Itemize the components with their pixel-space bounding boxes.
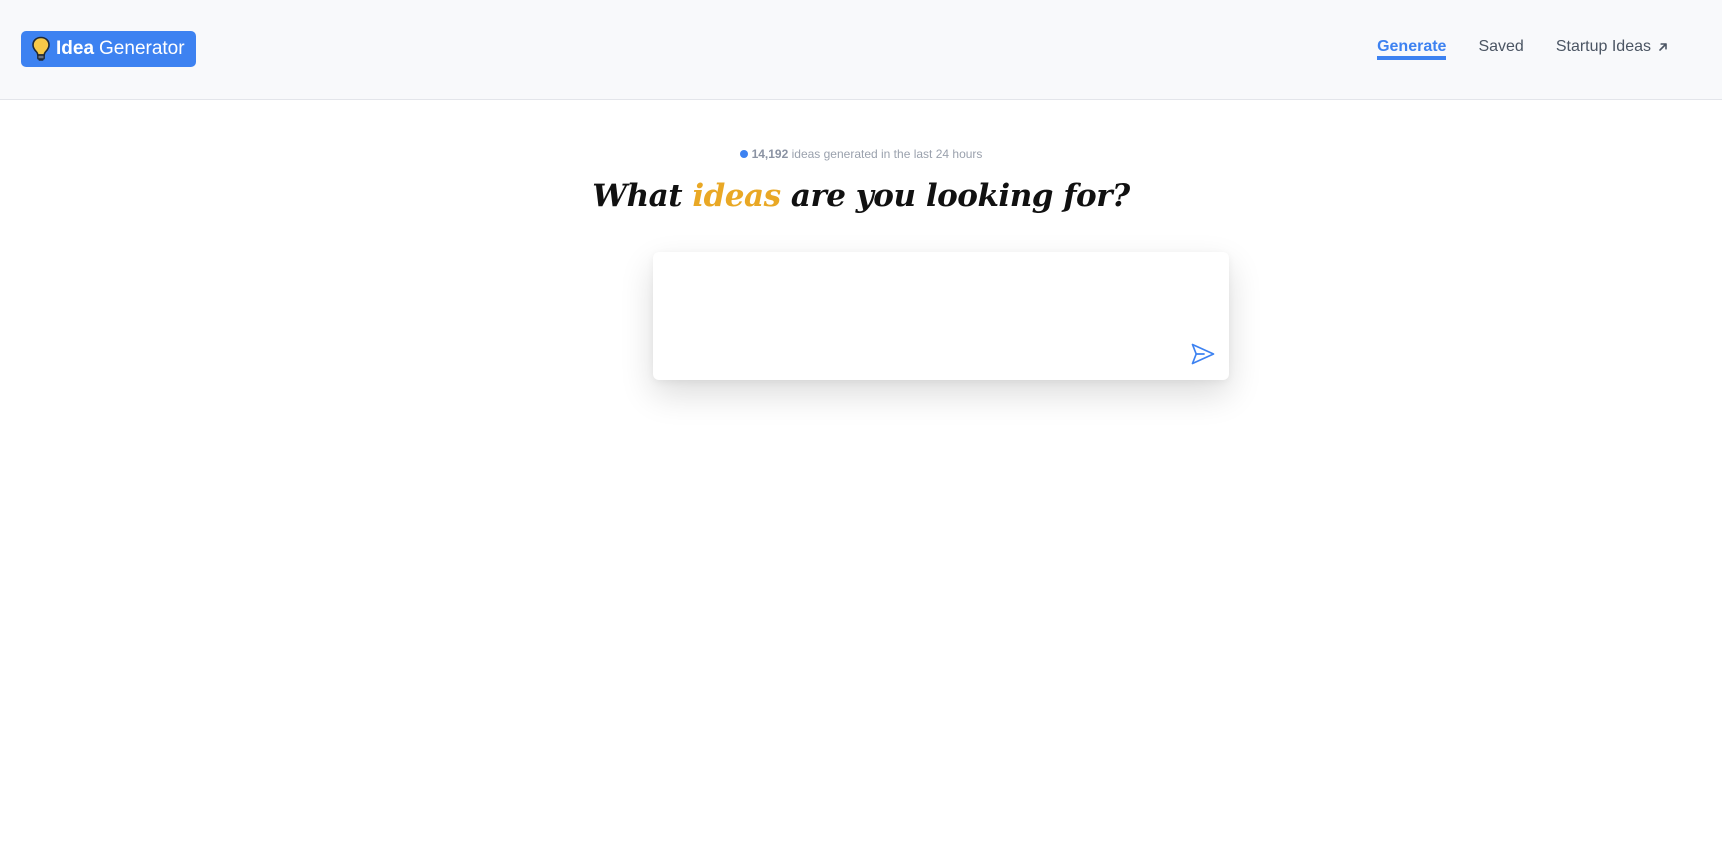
page-headline: What ideas are you looking for?	[0, 178, 1722, 214]
brand-logo[interactable]: Idea Generator	[21, 31, 196, 67]
live-dot-icon	[739, 150, 748, 158]
nav-item-generate[interactable]: Generate	[1377, 38, 1447, 60]
ideas-stat-text: ideas generated in the last 24 hours	[791, 147, 983, 161]
prompt-input[interactable]	[653, 252, 1229, 380]
lightbulb-icon	[31, 36, 51, 62]
external-arrow-icon	[1657, 41, 1669, 53]
headline-before: What	[592, 178, 683, 214]
brand-name-bold: Idea	[56, 38, 95, 59]
prompt-card	[653, 252, 1229, 380]
send-icon	[1190, 342, 1216, 366]
send-button[interactable]	[1189, 340, 1217, 368]
headline-after: are you looking for?	[790, 178, 1130, 214]
brand-name-rest: Generator	[99, 38, 185, 59]
main-nav: Generate Saved Startup Ideas	[1345, 38, 1669, 60]
nav-item-startup-ideas[interactable]: Startup Ideas	[1556, 38, 1669, 58]
nav-item-label: Startup Ideas	[1555, 38, 1651, 55]
ideas-count: 14,192	[751, 147, 789, 161]
headline-highlight: ideas	[692, 178, 781, 214]
top-header: Idea Generator Generate Saved Startup Id…	[0, 0, 1722, 100]
nav-item-label: Generate	[1377, 38, 1447, 55]
nav-item-label: Saved	[1478, 38, 1524, 55]
ideas-stat: 14,192 ideas generated in the last 24 ho…	[0, 147, 1722, 161]
nav-item-saved[interactable]: Saved	[1478, 38, 1523, 58]
